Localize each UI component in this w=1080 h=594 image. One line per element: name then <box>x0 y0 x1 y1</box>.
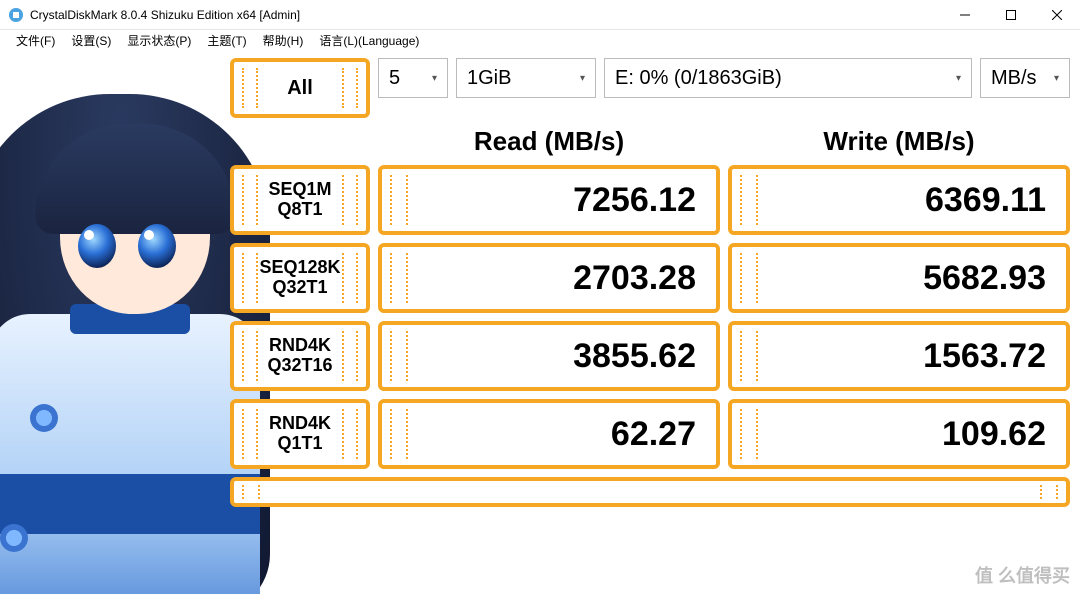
read-value: 2703.28 <box>573 259 696 298</box>
write-value-seq128k-q32t1: 5682.93 <box>728 243 1070 313</box>
run-all-label: All <box>287 77 313 99</box>
benchmark-panel: All 5 ▾ 1GiB ▾ E: 0% (0/1863GiB) ▾ MB/s … <box>230 58 1070 507</box>
status-bar <box>230 477 1070 507</box>
menu-settings[interactable]: 设置(S) <box>63 30 119 51</box>
test-rnd4k-q32t16-button[interactable]: RND4K Q32T16 <box>230 321 370 391</box>
titlebar: CrystalDiskMark 8.0.4 Shizuku Edition x6… <box>0 0 1080 30</box>
minimize-button[interactable] <box>942 0 988 30</box>
close-icon <box>1052 10 1062 20</box>
read-value-seq1m-q8t1: 7256.12 <box>378 165 720 235</box>
unit-select[interactable]: MB/s ▾ <box>980 58 1070 98</box>
read-value-seq128k-q32t1: 2703.28 <box>378 243 720 313</box>
test-count-select[interactable]: 5 ▾ <box>378 58 448 98</box>
drive-value: E: 0% (0/1863GiB) <box>615 67 782 90</box>
chevron-down-icon: ▾ <box>432 73 437 84</box>
menu-display[interactable]: 显示状态(P) <box>119 30 199 51</box>
write-value: 6369.11 <box>925 181 1046 220</box>
menu-help[interactable]: 帮助(H) <box>255 30 312 51</box>
test-label: RND4K Q32T16 <box>267 336 332 376</box>
chevron-down-icon: ▾ <box>580 73 585 84</box>
test-label: SEQ128K Q32T1 <box>259 258 340 298</box>
test-label: SEQ1M Q8T1 <box>268 180 331 220</box>
column-headers: Read (MB/s) Write (MB/s) <box>230 126 1070 157</box>
read-value-rnd4k-q1t1: 62.27 <box>378 399 720 469</box>
write-value-rnd4k-q32t16: 1563.72 <box>728 321 1070 391</box>
read-value: 3855.62 <box>573 337 696 376</box>
drive-select[interactable]: E: 0% (0/1863GiB) ▾ <box>604 58 972 98</box>
test-seq1m-q8t1-button[interactable]: SEQ1M Q8T1 <box>230 165 370 235</box>
test-size-select[interactable]: 1GiB ▾ <box>456 58 596 98</box>
menu-file[interactable]: 文件(F) <box>8 30 63 51</box>
test-rnd4k-q1t1-button[interactable]: RND4K Q1T1 <box>230 399 370 469</box>
maximize-icon <box>1006 10 1016 20</box>
menu-theme[interactable]: 主题(T) <box>199 30 254 51</box>
read-header: Read (MB/s) <box>378 126 720 157</box>
run-all-button[interactable]: All <box>230 58 370 118</box>
read-value-rnd4k-q32t16: 3855.62 <box>378 321 720 391</box>
test-size-value: 1GiB <box>467 67 511 90</box>
read-value: 62.27 <box>611 415 696 454</box>
close-button[interactable] <box>1034 0 1080 30</box>
write-value-rnd4k-q1t1: 109.62 <box>728 399 1070 469</box>
write-value: 5682.93 <box>923 259 1046 298</box>
write-value: 109.62 <box>942 415 1046 454</box>
read-value: 7256.12 <box>573 181 696 220</box>
minimize-icon <box>960 10 970 20</box>
client-area: All 5 ▾ 1GiB ▾ E: 0% (0/1863GiB) ▾ MB/s … <box>0 50 1080 594</box>
menu-language[interactable]: 语言(L)(Language) <box>311 30 427 51</box>
write-value: 1563.72 <box>923 337 1046 376</box>
chevron-down-icon: ▾ <box>1054 73 1059 84</box>
unit-value: MB/s <box>991 67 1037 90</box>
test-seq128k-q32t1-button[interactable]: SEQ128K Q32T1 <box>230 243 370 313</box>
write-value-seq1m-q8t1: 6369.11 <box>728 165 1070 235</box>
test-label: RND4K Q1T1 <box>269 414 331 454</box>
window-title: CrystalDiskMark 8.0.4 Shizuku Edition x6… <box>30 8 942 22</box>
test-count-value: 5 <box>389 67 400 90</box>
titlebar-controls <box>942 0 1080 30</box>
watermark: 值 么值得买 <box>975 562 1070 588</box>
write-header: Write (MB/s) <box>728 126 1070 157</box>
chevron-down-icon: ▾ <box>956 73 961 84</box>
menubar: 文件(F) 设置(S) 显示状态(P) 主题(T) 帮助(H) 语言(L)(La… <box>0 30 1080 50</box>
maximize-button[interactable] <box>988 0 1034 30</box>
app-icon <box>8 7 24 23</box>
